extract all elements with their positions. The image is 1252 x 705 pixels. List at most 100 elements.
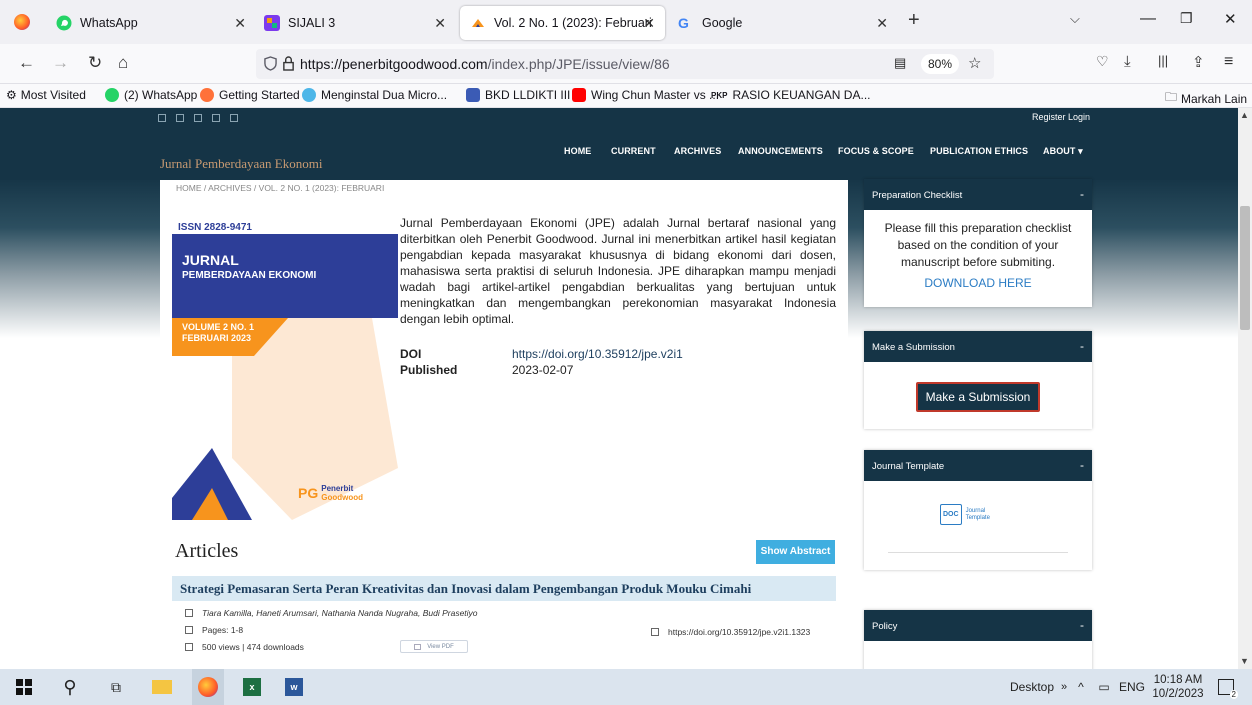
- scrollbar-thumb[interactable]: [1240, 206, 1250, 330]
- view-pdf-button[interactable]: View PDF: [400, 640, 468, 653]
- bookmark-whatsapp[interactable]: (2) WhatsApp: [105, 88, 197, 102]
- issue-cover-image[interactable]: ISSN 2828-9471 JURNAL PEMBERDAYAAN EKONO…: [172, 208, 398, 520]
- show-hidden-icons[interactable]: ^: [1074, 669, 1088, 705]
- panel-header: Preparation Checklist -: [864, 179, 1092, 210]
- tab-whatsapp[interactable]: WhatsApp ✕: [46, 6, 256, 40]
- firefox-taskbar-icon[interactable]: [192, 669, 224, 705]
- minimize-button[interactable]: —: [1140, 10, 1156, 28]
- social-icon[interactable]: [194, 114, 202, 122]
- close-window-button[interactable]: ✕: [1224, 10, 1237, 28]
- zoom-level[interactable]: 80%: [921, 54, 960, 74]
- reader-view-icon[interactable]: ▤: [894, 55, 906, 71]
- article-doi[interactable]: https://doi.org/10.35912/jpe.v2i1.1323: [651, 627, 810, 637]
- url-path: /index.php/JPE/issue/view/86: [487, 56, 670, 72]
- nav-focus-scope[interactable]: FOCUS & SCOPE: [838, 146, 914, 156]
- article-stats: 500 views | 474 downloads: [185, 642, 304, 652]
- bookmark-star-icon[interactable]: ☆: [968, 54, 981, 72]
- social-icon[interactable]: [158, 114, 166, 122]
- desktop-label[interactable]: Desktop: [1010, 669, 1054, 705]
- back-icon[interactable]: ←: [18, 53, 35, 73]
- url-host: https://penerbitgoodwood.com: [300, 56, 488, 72]
- collapse-icon[interactable]: -: [1072, 450, 1092, 481]
- menu-icon[interactable]: ≡: [1224, 53, 1233, 71]
- social-icon[interactable]: [176, 114, 184, 122]
- breadcrumb[interactable]: HOME / ARCHIVES / VOL. 2 NO. 1 (2023): F…: [176, 183, 384, 193]
- nav-publication-ethics[interactable]: PUBLICATION ETHICS: [930, 146, 1028, 156]
- scroll-up-icon[interactable]: ▲: [1240, 110, 1249, 120]
- word-icon[interactable]: w: [282, 669, 306, 705]
- pocket-icon[interactable]: ♡: [1096, 53, 1109, 70]
- social-icon[interactable]: [230, 114, 238, 122]
- scroll-down-icon[interactable]: ▼: [1240, 656, 1249, 666]
- reload-icon[interactable]: ↻: [88, 53, 102, 73]
- file-explorer-icon[interactable]: [150, 669, 174, 705]
- articles-heading: Articles: [175, 540, 239, 562]
- preparation-checklist-panel: Preparation Checklist - Please fill this …: [864, 179, 1092, 307]
- home-icon[interactable]: ⌂: [118, 53, 128, 73]
- checklist-body: Please fill this preparation checklist b…: [864, 210, 1092, 302]
- bookmark-most-visited[interactable]: ⚙ Most Visited: [6, 88, 86, 102]
- collapse-icon[interactable]: -: [1072, 331, 1092, 362]
- issue-description: Jurnal Pemberdayaan Ekonomi (JPE) adalah…: [400, 216, 836, 326]
- show-abstract-button[interactable]: Show Abstract: [756, 540, 835, 564]
- notifications-icon[interactable]: 2: [1214, 669, 1238, 705]
- download-link[interactable]: DOWNLOAD HERE: [874, 275, 1082, 292]
- make-submission-button[interactable]: Make a Submission: [916, 382, 1040, 412]
- bookmark-getting-started[interactable]: Getting Started: [200, 88, 300, 102]
- nav-announcements[interactable]: ANNOUNCEMENTS: [738, 146, 823, 156]
- start-button[interactable]: [12, 669, 36, 705]
- policy-panel: Policy -: [864, 610, 1092, 669]
- nav-home[interactable]: HOME: [564, 146, 591, 156]
- doi-link[interactable]: https://doi.org/10.35912/jpe.v2i1: [512, 347, 683, 361]
- close-tab-icon[interactable]: ✕: [643, 15, 655, 32]
- gear-icon: ⚙: [6, 88, 17, 102]
- article-title[interactable]: Strategi Pemasaran Serta Peran Kreativit…: [172, 576, 836, 601]
- journal-favicon-icon: [472, 19, 484, 27]
- nav-archives[interactable]: ARCHIVES: [674, 146, 721, 156]
- close-tab-icon[interactable]: ✕: [876, 15, 888, 32]
- library-icon[interactable]: |||: [1158, 53, 1168, 68]
- social-icon[interactable]: [212, 114, 220, 122]
- forward-icon[interactable]: →: [52, 53, 69, 73]
- bookmarks-toolbar: ⚙ Most Visited (2) WhatsApp Getting Start…: [0, 84, 1252, 108]
- search-icon[interactable]: ⚲: [58, 669, 82, 705]
- tab-sijali[interactable]: SIJALI 3 ✕: [254, 6, 456, 40]
- collapse-icon[interactable]: -: [1072, 179, 1092, 210]
- pages-icon: [185, 626, 193, 634]
- clock[interactable]: 10:18 AM 10/2/2023: [1150, 669, 1206, 705]
- nav-current[interactable]: CURRENT: [611, 146, 656, 156]
- bookmark-rasio[interactable]: PKP RASIO KEUANGAN DA...: [711, 88, 870, 102]
- downloads-icon[interactable]: ⤓: [1124, 53, 1131, 70]
- scrollbar[interactable]: ▲ ▼: [1238, 108, 1252, 669]
- tab-title: WhatsApp: [80, 16, 138, 30]
- site-brand[interactable]: Jurnal Pemberdayaan Ekonomi: [160, 156, 322, 172]
- url-bar[interactable]: https://penerbitgoodwood.com/index.php/J…: [256, 49, 994, 79]
- checklist-text: Please fill this preparation checklist b…: [884, 221, 1072, 269]
- nav-about[interactable]: ABOUT ▾: [1043, 146, 1083, 157]
- network-icon[interactable]: ▭: [1096, 669, 1112, 705]
- bookmark-wing-chun[interactable]: Wing Chun Master vs ...: [572, 88, 719, 102]
- submission-panel: Make a Submission - Make a Submission: [864, 331, 1092, 429]
- cover-date: FEBRUARI 2023: [182, 333, 252, 343]
- web-page: Register Login Jurnal Pemberdayaan Ekono…: [0, 108, 1238, 669]
- new-tab-button[interactable]: +: [908, 9, 920, 32]
- tab-journal[interactable]: Vol. 2 No. 1 (2023): Februari | Jur ✕: [460, 6, 665, 40]
- excel-icon[interactable]: x: [240, 669, 264, 705]
- task-view-icon[interactable]: ⧉: [104, 669, 128, 705]
- journal-template-link[interactable]: DOC Journal Template: [940, 504, 990, 525]
- tab-google[interactable]: G Google ✕: [668, 6, 898, 40]
- bookmark-bkd[interactable]: BKD LLDIKTI III: [466, 88, 570, 102]
- bookmark-menginstal[interactable]: Menginstal Dua Micro...: [302, 88, 447, 102]
- close-tab-icon[interactable]: ✕: [434, 15, 446, 32]
- restore-button[interactable]: ❐: [1180, 10, 1193, 27]
- share-icon[interactable]: ⇪: [1192, 53, 1205, 71]
- collapse-icon[interactable]: -: [1072, 610, 1092, 641]
- close-tab-icon[interactable]: ✕: [234, 15, 246, 32]
- firefox-menu-icon[interactable]: [14, 14, 30, 30]
- bookmark-other[interactable]: 🗀 Markah Lain: [1165, 88, 1247, 109]
- list-tabs-icon[interactable]: ⌵: [1070, 11, 1080, 27]
- overflow-chevron-icon[interactable]: »: [1058, 669, 1070, 705]
- user-icon: [185, 609, 193, 617]
- register-login-links[interactable]: Register Login: [1032, 112, 1090, 122]
- language-indicator[interactable]: ENG: [1118, 669, 1146, 705]
